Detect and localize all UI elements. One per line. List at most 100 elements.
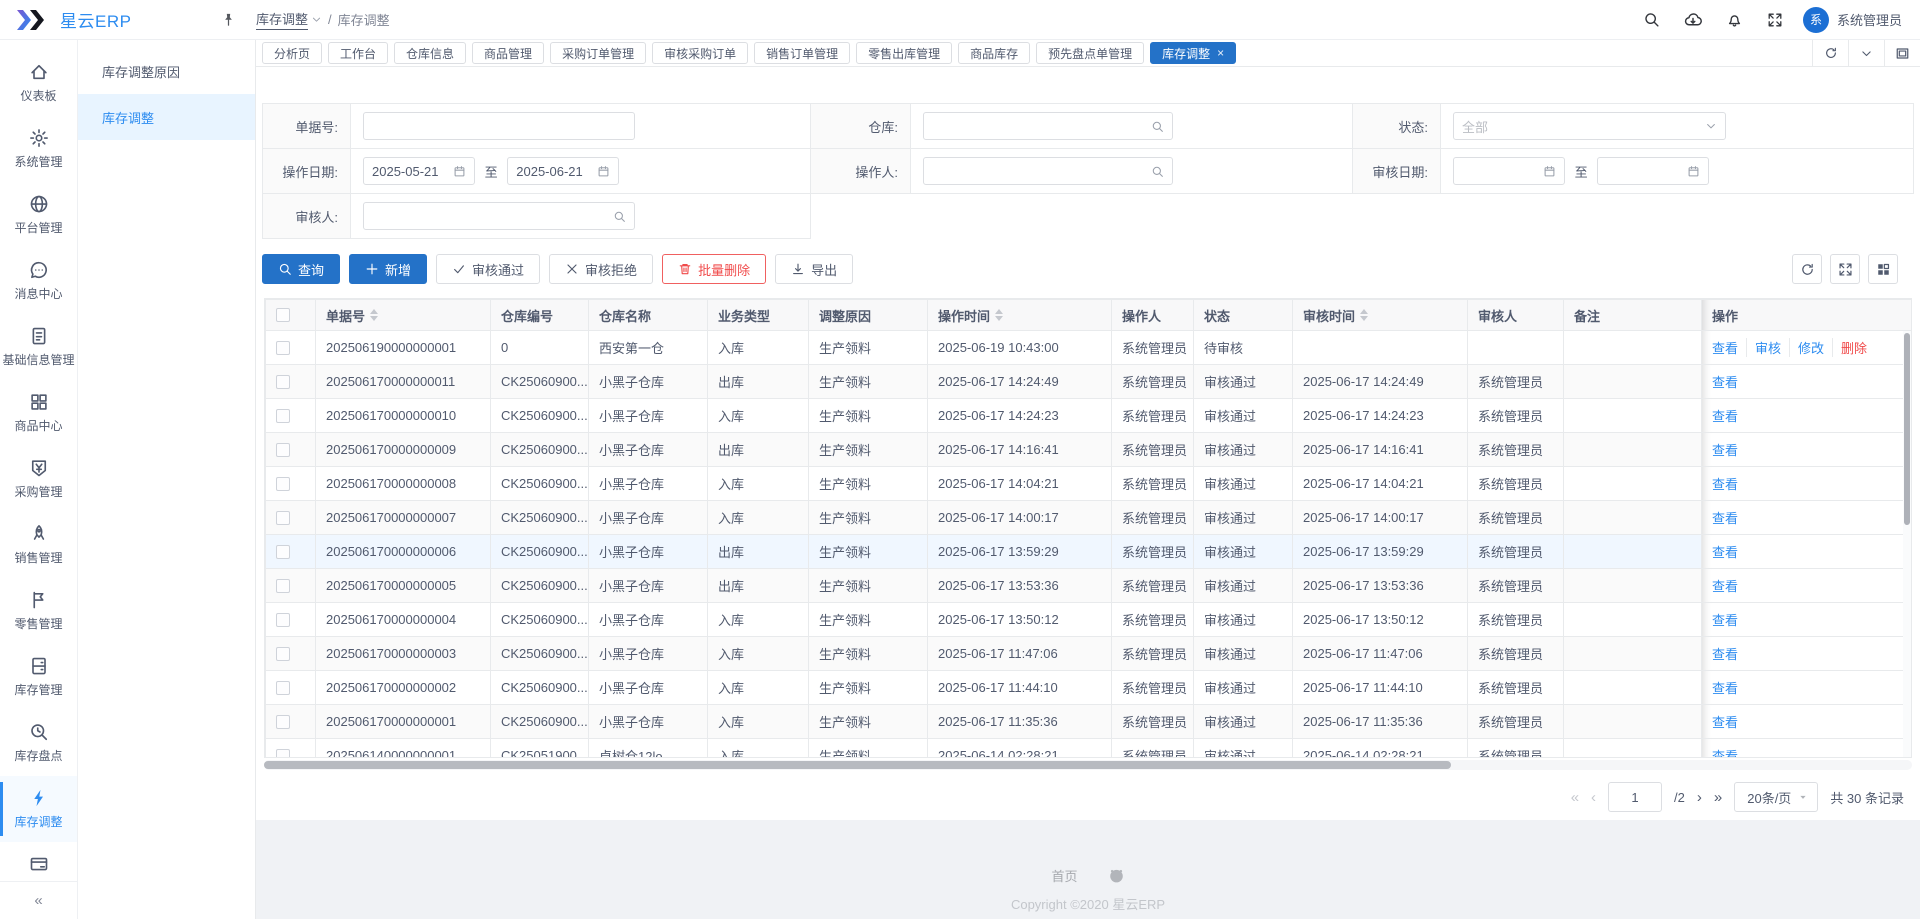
action-view-link[interactable]: 查看	[1712, 678, 1746, 697]
tab-workbench[interactable]: 工作台	[328, 42, 388, 64]
action-edit-link[interactable]: 修改	[1789, 338, 1832, 357]
action-audit-link[interactable]: 审核	[1746, 338, 1789, 357]
reject-button[interactable]: 审核拒绝	[549, 254, 653, 284]
query-button[interactable]: 查询	[262, 254, 340, 284]
action-view-link[interactable]: 查看	[1712, 406, 1746, 425]
row-checkbox[interactable]	[276, 409, 290, 423]
next-page-button[interactable]: ›	[1697, 789, 1702, 806]
row-checkbox[interactable]	[276, 715, 290, 729]
action-delete-link[interactable]: 删除	[1832, 338, 1875, 357]
row-checkbox[interactable]	[276, 647, 290, 661]
action-view-link[interactable]: 查看	[1712, 338, 1746, 357]
submenu-item-adjust-reason[interactable]: 库存调整原因	[78, 48, 255, 94]
tabs-refresh-button[interactable]	[1812, 40, 1848, 66]
batch-delete-button[interactable]: 批量删除	[662, 254, 766, 284]
sort-icon[interactable]	[370, 305, 378, 325]
column-audittime[interactable]: 审核时间	[1293, 300, 1468, 331]
action-view-link[interactable]: 查看	[1712, 474, 1746, 493]
select-all-checkbox[interactable]	[276, 308, 290, 322]
action-view-link[interactable]: 查看	[1712, 610, 1746, 629]
tab-product-stock[interactable]: 商品库存	[958, 42, 1030, 64]
sidebar-item-product[interactable]: 商品中心	[0, 380, 77, 446]
pin-icon[interactable]	[221, 12, 236, 27]
refresh-button[interactable]	[1792, 254, 1822, 284]
submenu-item-stock-adjust[interactable]: 库存调整	[78, 94, 255, 140]
auditor-input[interactable]	[363, 202, 635, 230]
search-icon[interactable]	[1643, 11, 1660, 28]
row-checkbox[interactable]	[276, 579, 290, 593]
sidebar-item-settlement[interactable]: 结算管理	[0, 842, 77, 881]
docno-input[interactable]	[363, 112, 635, 140]
add-button[interactable]: 新增	[349, 254, 427, 284]
row-checkbox[interactable]	[276, 749, 290, 758]
sidebar-item-system[interactable]: 系统管理	[0, 116, 77, 182]
tab-retail-outbound[interactable]: 零售出库管理	[856, 42, 952, 64]
row-checkbox[interactable]	[276, 443, 290, 457]
tab-warehouse-info[interactable]: 仓库信息	[394, 42, 466, 64]
content-fullscreen-button[interactable]	[1884, 40, 1920, 66]
vertical-scrollbar-thumb[interactable]	[1904, 333, 1910, 525]
cloud-download-icon[interactable]	[1684, 11, 1702, 29]
auditdate-from-input[interactable]	[1453, 157, 1565, 185]
action-view-link[interactable]: 查看	[1712, 746, 1746, 758]
auditdate-to-input[interactable]	[1597, 157, 1709, 185]
last-page-button[interactable]: »	[1714, 789, 1722, 806]
status-select[interactable]: 全部	[1453, 112, 1726, 140]
sort-icon[interactable]	[995, 305, 1003, 325]
column-docno[interactable]: 单据号	[316, 300, 491, 331]
sidebar-item-retail[interactable]: 零售管理	[0, 578, 77, 644]
sidebar-item-sales[interactable]: 销售管理	[0, 512, 77, 578]
export-button[interactable]: 导出	[775, 254, 853, 284]
sidebar-item-stock-adjust[interactable]: 库存调整	[0, 776, 77, 842]
fullscreen-button[interactable]	[1830, 254, 1860, 284]
action-view-link[interactable]: 查看	[1712, 542, 1746, 561]
sidebar-item-platform[interactable]: 平台管理	[0, 182, 77, 248]
action-view-link[interactable]: 查看	[1712, 440, 1746, 459]
tab-sales-order[interactable]: 销售订单管理	[754, 42, 850, 64]
page-size-select[interactable]: 20条/页	[1734, 782, 1818, 812]
action-view-link[interactable]: 查看	[1712, 508, 1746, 527]
action-view-link[interactable]: 查看	[1712, 644, 1746, 663]
approve-button[interactable]: 审核通过	[436, 254, 540, 284]
sidebar-item-inventory[interactable]: 库存管理	[0, 644, 77, 710]
column-optime[interactable]: 操作时间	[928, 300, 1112, 331]
warehouse-input[interactable]	[923, 112, 1173, 140]
row-checkbox[interactable]	[276, 511, 290, 525]
row-checkbox[interactable]	[276, 477, 290, 491]
sidebar-item-base-info[interactable]: 基础信息管理	[0, 314, 77, 380]
horizontal-scrollbar-thumb[interactable]	[264, 761, 1451, 769]
operator-input[interactable]	[923, 157, 1173, 185]
github-icon[interactable]	[1108, 867, 1125, 884]
action-view-link[interactable]: 查看	[1712, 372, 1746, 391]
columns-button[interactable]	[1868, 254, 1898, 284]
action-view-link[interactable]: 查看	[1712, 712, 1746, 731]
sort-icon[interactable]	[1360, 305, 1368, 325]
tab-product-mgmt[interactable]: 商品管理	[472, 42, 544, 64]
tab-close-icon[interactable]: ×	[1217, 47, 1224, 59]
sidebar-item-stocktake[interactable]: 库存盘点	[0, 710, 77, 776]
sidebar-collapse-button[interactable]: «	[0, 881, 77, 919]
tab-analysis[interactable]: 分析页	[262, 42, 322, 64]
opdate-to-input[interactable]: 2025-06-21	[507, 157, 619, 185]
row-checkbox[interactable]	[276, 613, 290, 627]
sidebar-item-dashboard[interactable]: 仪表板	[0, 50, 77, 116]
user-menu[interactable]: 系 系统管理员	[1803, 7, 1902, 33]
tab-pre-stocktake[interactable]: 预先盘点单管理	[1036, 42, 1144, 64]
row-checkbox[interactable]	[276, 545, 290, 559]
bell-icon[interactable]	[1726, 11, 1743, 28]
page-input[interactable]: 1	[1608, 782, 1662, 812]
opdate-from-input[interactable]: 2025-05-21	[363, 157, 475, 185]
tab-stock-adjust[interactable]: 库存调整×	[1150, 42, 1236, 64]
row-checkbox[interactable]	[276, 375, 290, 389]
action-view-link[interactable]: 查看	[1712, 576, 1746, 595]
sidebar-item-message[interactable]: 消息中心	[0, 248, 77, 314]
row-checkbox[interactable]	[276, 681, 290, 695]
row-checkbox[interactable]	[276, 341, 290, 355]
tab-audit-purchase[interactable]: 审核采购订单	[652, 42, 748, 64]
footer-home-link[interactable]: 首页	[1051, 866, 1077, 885]
sidebar-item-purchase[interactable]: 采购管理	[0, 446, 77, 512]
tab-purchase-order[interactable]: 采购订单管理	[550, 42, 646, 64]
breadcrumb-menu-dropdown[interactable]: 库存调整	[256, 9, 322, 30]
fullscreen-icon[interactable]	[1767, 12, 1783, 28]
tabs-menu-button[interactable]	[1848, 40, 1884, 66]
